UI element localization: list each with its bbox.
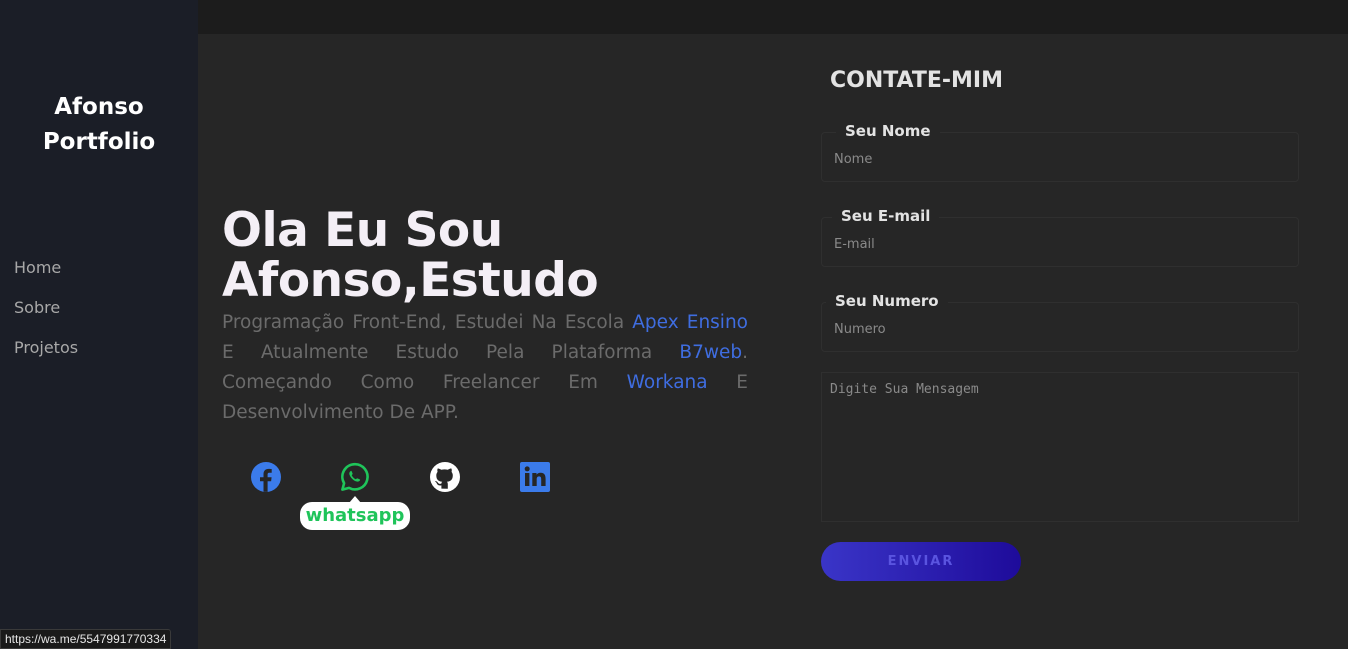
nav-item-projetos: Projetos (14, 338, 78, 378)
phone-input[interactable] (834, 319, 1274, 339)
contact-title: CONTATE-MIM (830, 68, 1004, 93)
hero-title-line-2: Afonso,Estudo (222, 253, 599, 308)
link-status-bar: https://wa.me/5547991770334 (0, 629, 172, 649)
brand-line-2: Portfolio (42, 129, 156, 155)
whatsapp-tooltip: whatsapp (300, 496, 410, 530)
linkedin-icon (520, 462, 550, 492)
nav-link-sobre[interactable]: Sobre (14, 298, 60, 317)
main-nav: Home Sobre Projetos (14, 258, 78, 378)
github-icon (430, 462, 460, 492)
nav-item-home: Home (14, 258, 78, 298)
name-label: Seu Nome (836, 121, 940, 141)
hero-description: Programação Front-End, Estudei Na Escola… (222, 308, 748, 428)
name-field: Seu Nome (821, 121, 1299, 182)
brand-logo[interactable]: Afonso Portfolio (0, 90, 198, 160)
message-textarea[interactable] (821, 372, 1299, 522)
nav-link-home[interactable]: Home (14, 258, 61, 277)
whatsapp-icon (341, 462, 369, 491)
hero-text-1: Programação Front-End, Estudei Na Escola (222, 312, 633, 333)
nav-item-sobre: Sobre (14, 298, 78, 338)
nav-link-projetos[interactable]: Projetos (14, 338, 78, 357)
brand-line-1: Afonso (54, 94, 144, 120)
facebook-link[interactable] (248, 459, 284, 495)
sidebar: Afonso Portfolio Home Sobre Projetos (0, 0, 198, 649)
phone-field: Seu Numero (821, 291, 1299, 352)
name-input[interactable] (834, 149, 1274, 169)
linkedin-link[interactable] (517, 459, 553, 495)
hero-title-line-1: Ola Eu Sou (222, 203, 503, 258)
hero-text-2: E Atualmente Estudo Pela Plataforma (222, 342, 680, 363)
email-input[interactable] (834, 234, 1274, 254)
hero-title: Ola Eu Sou Afonso,Estudo (222, 206, 762, 306)
send-button[interactable]: ENVIAR (821, 542, 1021, 581)
link-workana[interactable]: Workana (627, 372, 708, 393)
link-apex-ensino[interactable]: Apex Ensino (632, 312, 748, 333)
facebook-icon (251, 462, 281, 492)
top-bar (198, 0, 1348, 34)
email-label: Seu E-mail (832, 206, 940, 226)
phone-label: Seu Numero (826, 291, 948, 311)
link-b7web[interactable]: B7web (679, 342, 742, 363)
whatsapp-link[interactable] (337, 459, 373, 495)
github-link[interactable] (427, 459, 463, 495)
email-field: Seu E-mail (821, 206, 1299, 267)
